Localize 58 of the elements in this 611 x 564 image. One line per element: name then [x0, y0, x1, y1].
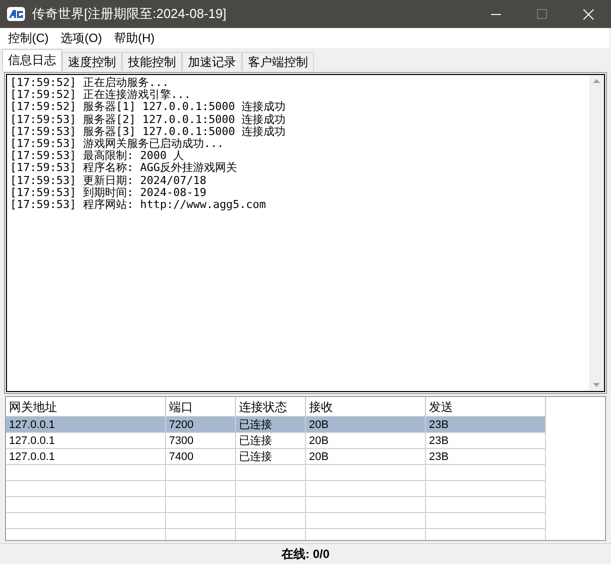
table-row[interactable]: 127.0.0.1 7400 已连接 20B 23B	[6, 449, 546, 465]
table-cell: 23B	[426, 433, 546, 449]
empty-table-cell	[166, 497, 236, 513]
scrollbar[interactable]	[589, 75, 604, 391]
log-line: [17:59:53] 最高限制: 2000 人	[10, 150, 184, 162]
log-line: [17:59:52] 正在启动服务...	[10, 77, 170, 89]
log-line: [17:59:52] 正在连接游戏引擎...	[10, 89, 192, 102]
tab[interactable]: 技能控制	[122, 52, 182, 71]
window-title: 传奇世界[注册期限至:2024-08-19]	[32, 5, 226, 24]
status-text: 在线: 0/0	[281, 546, 330, 563]
table-cell: 7400	[166, 449, 236, 465]
empty-table-cell	[236, 481, 306, 497]
empty-table-cell	[236, 465, 306, 481]
log-line: [17:59:53] 程序网站: http://www.agg5.com	[10, 199, 267, 212]
log-line: [17:59:53] 游戏网关服务已启动成功...	[10, 138, 225, 150]
empty-table-cell	[166, 465, 236, 481]
maximize-icon	[537, 9, 547, 19]
column-header[interactable]: 接收	[306, 397, 426, 417]
log-line: [17:59:53] 到期时间: 2024-08-19	[10, 186, 208, 199]
table-row[interactable]: 127.0.0.1 7300 已连接 20B 23B	[6, 433, 546, 449]
empty-table-cell	[236, 513, 306, 529]
table-cell: 已连接	[236, 417, 306, 433]
table-cell: 127.0.0.1	[6, 449, 166, 465]
menu-item[interactable]: 选项(O)	[54, 29, 108, 47]
table-cell: 20B	[306, 433, 426, 449]
menu-item[interactable]: 控制(C)	[2, 29, 55, 47]
log-line: [17:59:53] 服务器[3] 127.0.0.1:5000 连接成功	[10, 126, 287, 138]
table-cell: 20B	[306, 417, 426, 433]
table-cell: 20B	[306, 449, 426, 465]
table-cell: 23B	[426, 417, 546, 433]
empty-table-cell	[166, 513, 236, 529]
column-header[interactable]: 发送	[426, 397, 546, 417]
table-row[interactable]: 127.0.0.1 7200 已连接 20B 23B	[6, 417, 546, 433]
tab[interactable]: 信息日志	[2, 49, 62, 71]
table-cell: 7200	[166, 417, 236, 433]
tab[interactable]: 加速记录	[182, 52, 242, 71]
table-cell: 已连接	[236, 449, 306, 465]
empty-table-cell	[166, 481, 236, 497]
log-line: [17:59:53] 更新日期: 2024/07/18	[10, 174, 208, 187]
app-logo-icon	[7, 7, 25, 21]
table-cell: 7300	[166, 433, 236, 449]
tab[interactable]: 速度控制	[62, 52, 122, 71]
column-header[interactable]: 网关地址	[6, 397, 166, 417]
table-cell: 127.0.0.1	[6, 433, 166, 449]
scroll-up-icon[interactable]	[593, 79, 600, 83]
menu-item[interactable]: 帮助(H)	[108, 29, 161, 47]
log-line: [17:59:52] 服务器[1] 127.0.0.1:5000 连接成功	[10, 101, 287, 114]
log-line: [17:59:53] 服务器[2] 127.0.0.1:5000 连接成功	[10, 114, 287, 126]
table-cell: 23B	[426, 449, 546, 465]
column-header[interactable]: 连接状态	[236, 397, 306, 417]
tab[interactable]: 客户端控制	[242, 52, 314, 71]
table-cell: 127.0.0.1	[6, 417, 166, 433]
scroll-down-icon[interactable]	[593, 383, 600, 387]
table-cell: 已连接	[236, 433, 306, 449]
log-line: [17:59:53] 程序名称: AGG反外挂游戏网关	[10, 162, 238, 174]
column-header[interactable]: 端口	[166, 397, 236, 417]
empty-table-cell	[236, 497, 306, 513]
close-icon	[582, 8, 594, 20]
